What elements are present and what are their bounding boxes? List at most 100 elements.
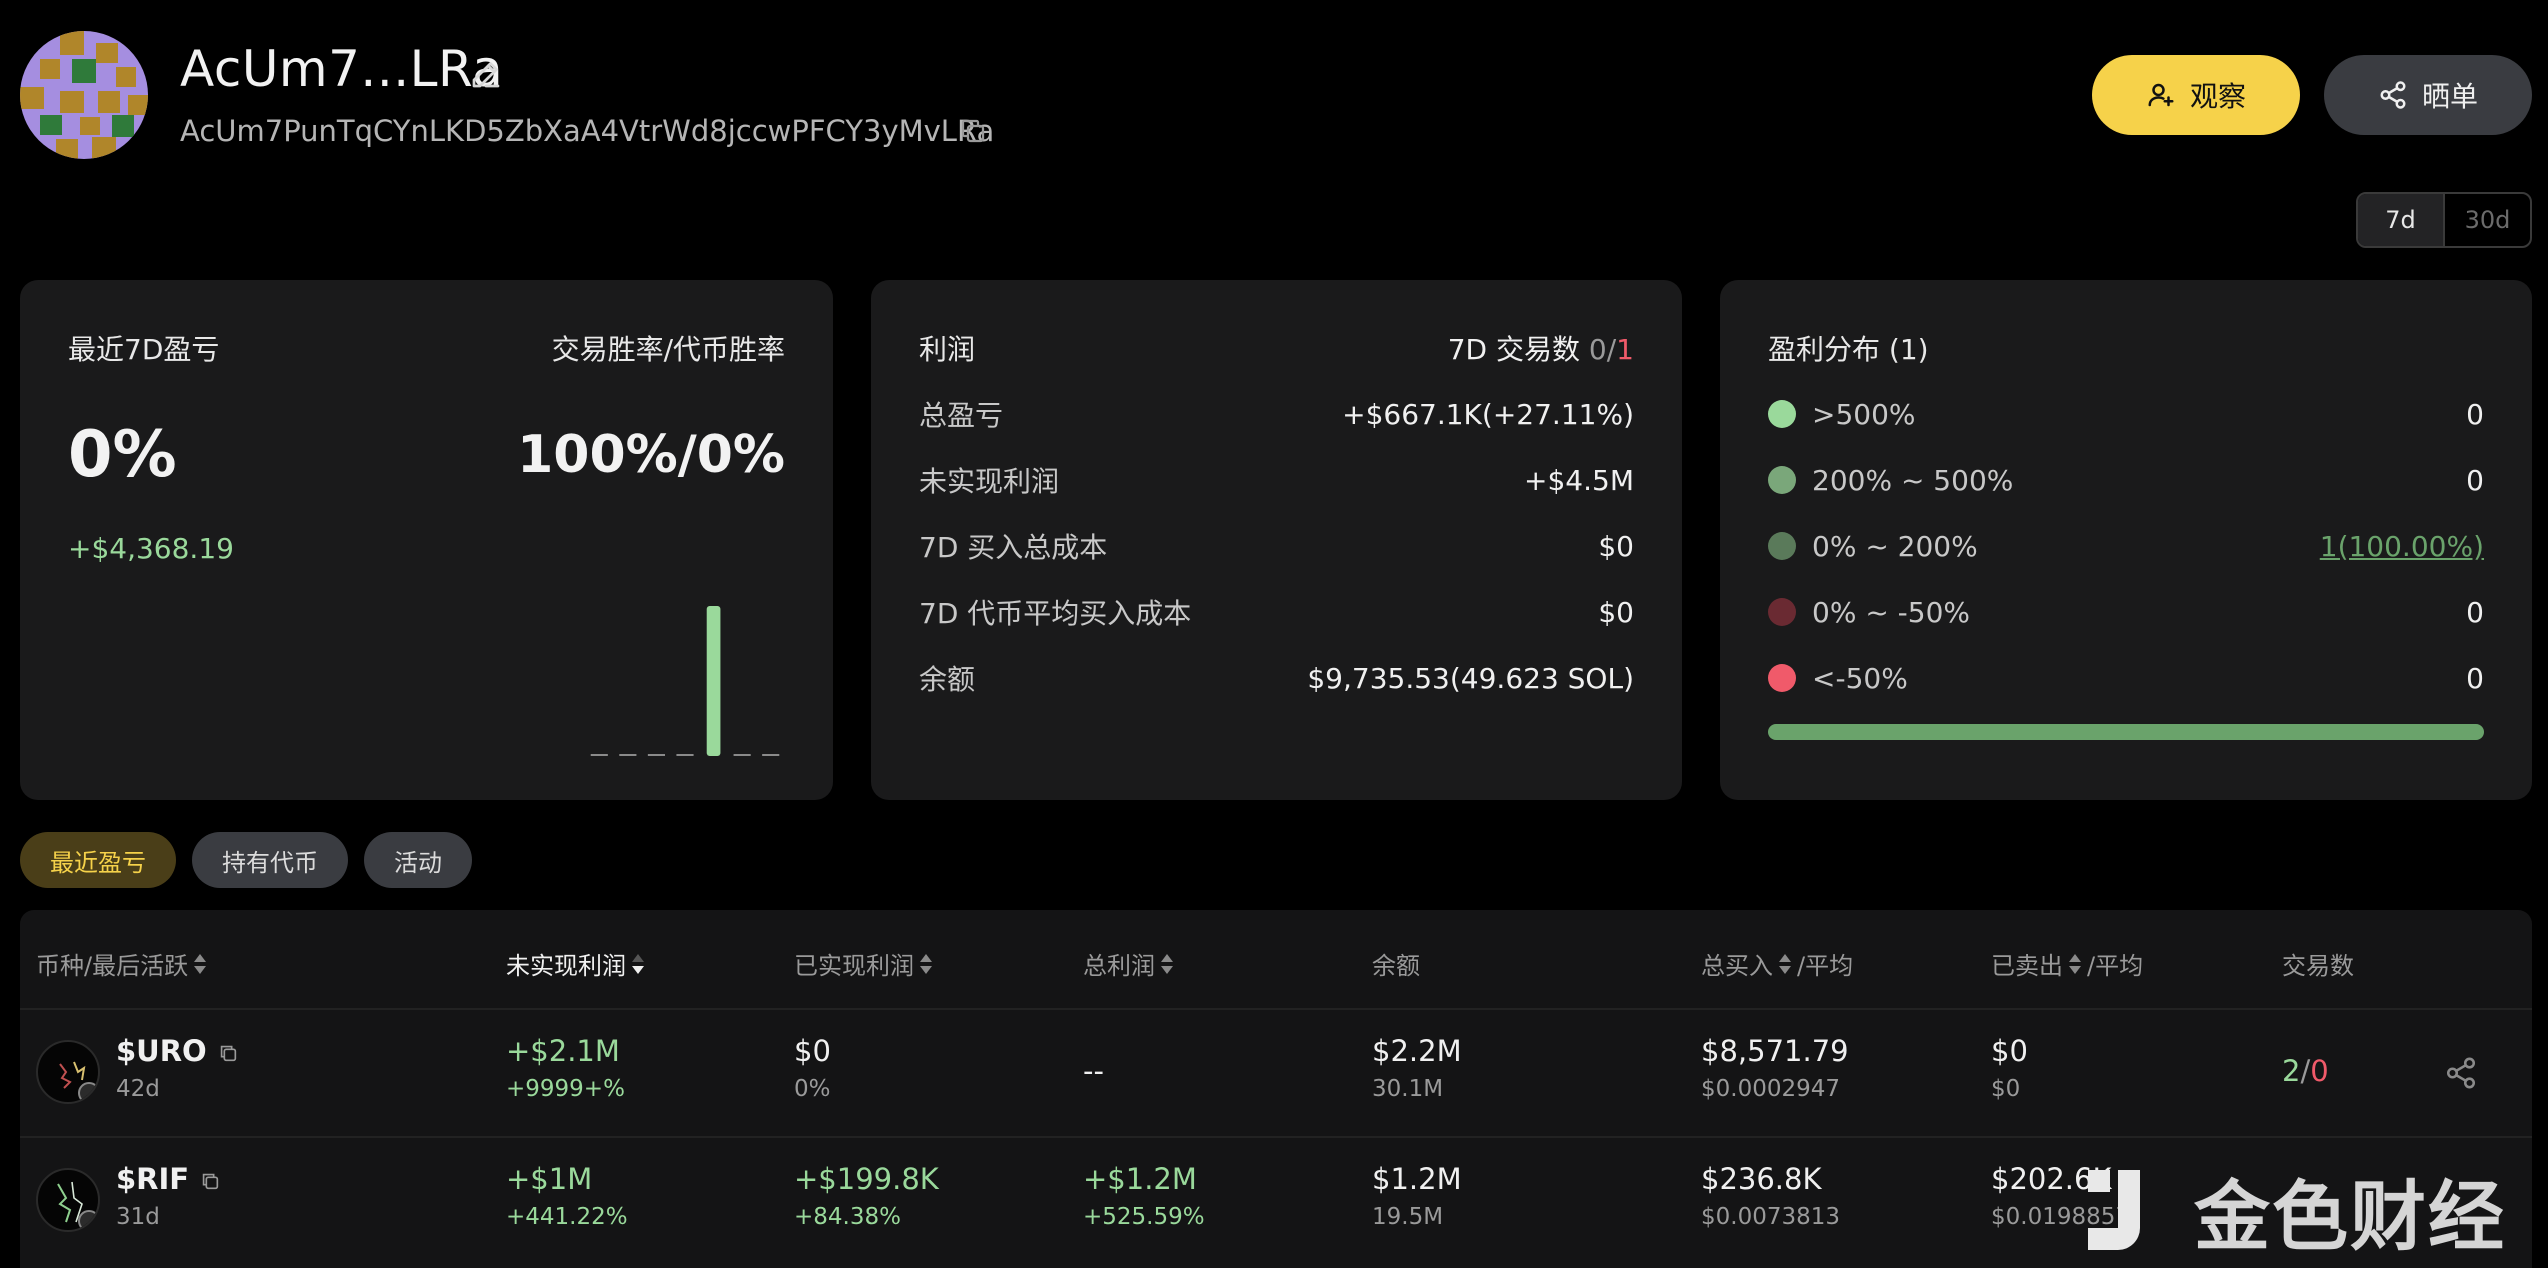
total-value: -- (1083, 1054, 1104, 1088)
user-plus-icon (2148, 83, 2174, 107)
token-symbol-text: $RIF (116, 1162, 190, 1196)
token-cell: $RIF 31d (116, 1162, 221, 1230)
jinse-logo-icon (2088, 1170, 2140, 1250)
tab-recent-pnl[interactable]: 最近盈亏 (20, 832, 176, 888)
trades-win: 0 (1588, 333, 1607, 366)
chain-badge-icon (78, 1082, 98, 1102)
col-trades: 交易数 (2282, 946, 2354, 981)
realized-cell: +$199.8K +84.38% (794, 1162, 939, 1230)
token-logo-uro (36, 1040, 100, 1104)
unrealized-cell: +$2.1M +9999+% (506, 1034, 625, 1102)
pnl-mini-chart (590, 606, 780, 756)
col-balance: 余额 (1372, 946, 1420, 981)
profit-row-value: $0 (1598, 529, 1634, 563)
copy-icon[interactable] (958, 116, 988, 146)
profit-row: 总盈亏 +$667.1K(+27.11%) (919, 394, 1634, 434)
distribution-range: <-50% (1812, 661, 1908, 695)
distribution-title: 盈利分布 (1) (1768, 333, 1929, 366)
total-value: +$1.2M (1083, 1162, 1197, 1196)
last-active: 31d (116, 1204, 160, 1230)
token-symbol[interactable]: $RIF (116, 1162, 221, 1196)
tab-activity[interactable]: 活动 (364, 832, 472, 888)
distribution-row: >500% 0 (1768, 394, 2484, 434)
chain-badge-icon (78, 1210, 98, 1230)
copy-icon[interactable] (199, 1170, 221, 1192)
distribution-dot (1768, 532, 1796, 560)
period-7d[interactable]: 7d (2358, 194, 2445, 246)
total-cell: +$1.2M +525.59% (1083, 1162, 1205, 1230)
profit-row-value: +$4.5M (1524, 463, 1634, 497)
realized-cell: $0 0% (794, 1034, 831, 1102)
trades-separator: / (2300, 1054, 2311, 1088)
unrealized-value: +$1M (506, 1162, 593, 1196)
table-row[interactable]: $URO 42d +$2.1M +9999+% $0 0% -- $2.2M 3… (20, 1008, 2532, 1136)
wallet-address: AcUm7PunTqCYnLKD5ZbXaA4VtrWd8jccwPFCY3yM… (180, 114, 995, 148)
profit-row-label: 7D 买入总成本 (919, 531, 1108, 564)
profit-row-label: 7D 代币平均买入成本 (919, 597, 1192, 630)
win-rate-title: 交易胜率/代币胜率 (551, 333, 785, 366)
col-realized[interactable]: 已实现利润 (794, 946, 932, 981)
sold-cell: $0 $0 (1991, 1034, 2028, 1102)
col-token[interactable]: 币种/最后活跃 (36, 946, 207, 981)
col-bought-avg-label: /平均 (1797, 952, 1854, 980)
unrealized-cell: +$1M +441.22% (506, 1162, 628, 1230)
trades-cell: 2/0 (2282, 1054, 2329, 1088)
pnl-percent: 0% (68, 418, 177, 492)
bought-cell: $8,571.79 $0.0002947 (1701, 1034, 1849, 1102)
trades-count: 7D 交易数 0/1 (1448, 328, 1634, 368)
distribution-count: 0 (2466, 463, 2484, 497)
col-sold[interactable]: 已卖出/平均 (1991, 946, 2143, 981)
trades-loss: 1 (1616, 333, 1634, 366)
balance-value: $2.2M (1372, 1034, 1462, 1068)
distribution-row: 0% ~ 200% 1(100.00%) (1768, 526, 2484, 566)
wallet-name: AcUm7...LRa (180, 40, 504, 98)
col-total[interactable]: 总利润 (1083, 946, 1173, 981)
distribution-row: 200% ~ 500% 0 (1768, 460, 2484, 500)
distribution-dot (1768, 466, 1796, 494)
distribution-range: 0% ~ 200% (1812, 529, 1978, 563)
col-unrealized[interactable]: 未实现利润 (506, 946, 644, 981)
total-cell: -- (1083, 1054, 1104, 1088)
sort-desc-icon (632, 953, 644, 975)
trades-separator: / (1606, 333, 1617, 366)
period-30d[interactable]: 30d (2445, 194, 2530, 246)
total-percent: +525.59% (1083, 1204, 1205, 1230)
profit-row-label: 未实现利润 (919, 465, 1060, 498)
bought-avg: $0.0002947 (1701, 1076, 1841, 1102)
trades-value: 2/0 (2282, 1054, 2329, 1088)
last-active: 42d (116, 1076, 160, 1102)
balance-cell: $1.2M 19.5M (1372, 1162, 1462, 1230)
sort-icon (1779, 953, 1791, 975)
copy-icon[interactable] (217, 1042, 239, 1064)
distribution-count-link[interactable]: 1(100.00%) (2320, 530, 2484, 563)
col-token-label: 币种/最后活跃 (36, 952, 189, 980)
tab-holdings[interactable]: 持有代币 (192, 832, 348, 888)
sold-value: $0 (1991, 1034, 2028, 1068)
sort-icon (2069, 953, 2081, 975)
trades-buy: 2 (2282, 1054, 2301, 1088)
share-button[interactable]: 晒单 (2324, 55, 2532, 135)
profit-row-value: +$667.1K(+27.11%) (1342, 397, 1634, 431)
profit-distribution-card: 盈利分布 (1) >500% 0 200% ~ 500% 0 0% ~ 200%… (1720, 280, 2532, 800)
balance-value: $1.2M (1372, 1162, 1462, 1196)
distribution-range: 0% ~ -50% (1812, 595, 1971, 629)
distribution-dot (1768, 598, 1796, 626)
sort-icon (1161, 953, 1173, 975)
token-symbol[interactable]: $URO (116, 1034, 239, 1068)
profit-row: 7D 买入总成本 $0 (919, 526, 1634, 566)
distribution-count: 0 (2466, 397, 2484, 431)
col-bought[interactable]: 总买入/平均 (1701, 946, 1853, 981)
watermark: 金色财经 (2078, 1160, 2538, 1261)
row-share-icon[interactable] (2444, 1056, 2478, 1090)
avatar (20, 31, 148, 159)
balance-qty: 30.1M (1372, 1076, 1444, 1102)
profit-title: 利润 (919, 333, 976, 366)
watch-button[interactable]: 观察 (2092, 55, 2300, 135)
edit-icon[interactable] (468, 56, 504, 92)
share-button-label: 晒单 (2421, 80, 2478, 113)
profit-card: 利润 7D 交易数 0/1 总盈亏 +$667.1K(+27.11%) 未实现利… (871, 280, 1682, 800)
sold-avg: $0 (1991, 1076, 2021, 1102)
col-unrealized-label: 未实现利润 (506, 952, 626, 980)
distribution-row: <-50% 0 (1768, 658, 2484, 698)
distribution-count: 0 (2466, 661, 2484, 695)
